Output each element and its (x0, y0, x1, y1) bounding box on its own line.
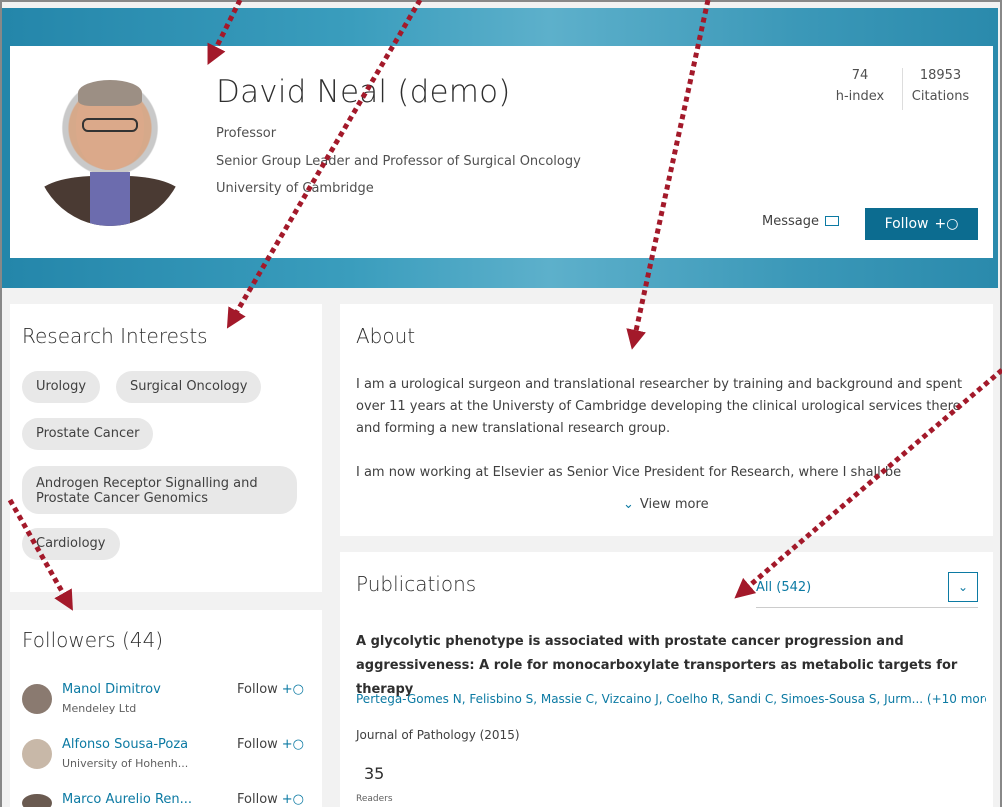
profile-avatar (34, 68, 186, 226)
publications-title: Publications (356, 572, 477, 596)
message-button-label: Message (762, 214, 819, 229)
follow-label: Follow (237, 792, 278, 807)
follower-follow-button[interactable]: Follow +○ (237, 737, 304, 752)
follow-label: Follow (237, 682, 278, 697)
follower-follow-button[interactable]: Follow +○ (237, 682, 304, 697)
stat-h-index-value: 74 (851, 68, 869, 83)
publications-filter-label: All (542) (756, 580, 812, 595)
interest-tag[interactable]: Surgical Oncology (116, 371, 262, 403)
interest-tag[interactable]: Urology (22, 371, 101, 403)
follower-affiliation: University of Hohenh... (62, 757, 189, 770)
stat-citations-label: Citations (911, 89, 970, 104)
avatar-shirt (90, 172, 130, 226)
stat-h-index-label: h-index (835, 89, 885, 104)
follow-button[interactable]: Follow +○ (865, 208, 978, 240)
chevron-down-icon[interactable]: ⌄ (948, 572, 978, 602)
interest-tag[interactable]: Androgen Receptor Signalling and Prostat… (22, 466, 297, 514)
publication-readers-label: Readers (356, 794, 393, 804)
stat-citations: 18953 Citations (902, 68, 978, 110)
research-interests-panel: Research Interests Urology Surgical Onco… (10, 304, 322, 592)
avatar[interactable] (22, 794, 52, 807)
envelope-icon (824, 216, 839, 226)
add-user-icon: +○ (281, 737, 305, 752)
follower-item: Marco Aurelio Ren... Follow +○ (22, 786, 314, 807)
profile-name: David Neal (demo) (216, 74, 511, 110)
stat-h-index: 74 h-index (825, 68, 895, 104)
follower-follow-button[interactable]: Follow +○ (237, 792, 304, 807)
about-text: I am a urological surgeon and translatio… (356, 374, 976, 506)
add-user-icon: +○ (281, 682, 305, 697)
publication-journal: Journal of Pathology (2015) (356, 728, 520, 742)
follower-name[interactable]: Marco Aurelio Ren... (62, 792, 192, 807)
profile-role: Senior Group Leader and Professor of Sur… (216, 154, 581, 169)
followers-title: Followers (44) (22, 628, 164, 652)
followers-panel: Followers (44) Manol Dimitrov Mendeley L… (10, 610, 322, 807)
publication-authors[interactable]: Pertega-Gomes N, Felisbino S, Massie C, … (356, 692, 986, 706)
interest-tag[interactable]: Prostate Cancer (22, 418, 154, 450)
about-panel: About I am a urological surgeon and tran… (340, 304, 993, 536)
publications-panel: Publications All (542) ⌄ A glycolytic ph… (340, 552, 993, 807)
follower-affiliation: Mendeley Ltd (62, 702, 137, 715)
avatar-hair (78, 80, 142, 106)
avatar-glasses (82, 118, 138, 132)
follow-button-label: Follow (884, 216, 929, 232)
profile-position: Professor (216, 126, 277, 141)
message-button[interactable]: Message (762, 214, 839, 229)
follow-label: Follow (237, 737, 278, 752)
view-more-link[interactable]: ⌄ View more (623, 497, 709, 512)
chevron-down-icon: ⌄ (623, 497, 634, 512)
add-user-icon: +○ (281, 792, 305, 807)
about-paragraph: I am a urological surgeon and translatio… (356, 377, 963, 436)
follower-item: Alfonso Sousa-Poza University of Hohenh.… (22, 731, 314, 777)
follower-name[interactable]: Alfonso Sousa-Poza (62, 737, 188, 752)
profile-institution: University of Cambridge (216, 181, 374, 196)
follower-name[interactable]: Manol Dimitrov (62, 682, 161, 697)
view-more-label: View more (639, 497, 709, 512)
about-title: About (356, 324, 416, 348)
avatar[interactable] (22, 684, 52, 714)
about-paragraph: I am now working at Elsevier as Senior V… (356, 465, 902, 480)
stat-citations-value: 18953 (919, 68, 962, 83)
publication-readers-count: 35 (364, 764, 385, 783)
add-user-icon: +○ (934, 216, 959, 232)
avatar[interactable] (22, 739, 52, 769)
interest-tag[interactable]: Cardiology (22, 528, 120, 560)
follower-item: Manol Dimitrov Mendeley Ltd Follow +○ (22, 676, 314, 722)
research-interests-title: Research Interests (22, 324, 208, 348)
profile-card: David Neal (demo) Professor Senior Group… (10, 46, 993, 258)
publications-filter-select[interactable]: All (542) ⌄ (756, 572, 978, 608)
